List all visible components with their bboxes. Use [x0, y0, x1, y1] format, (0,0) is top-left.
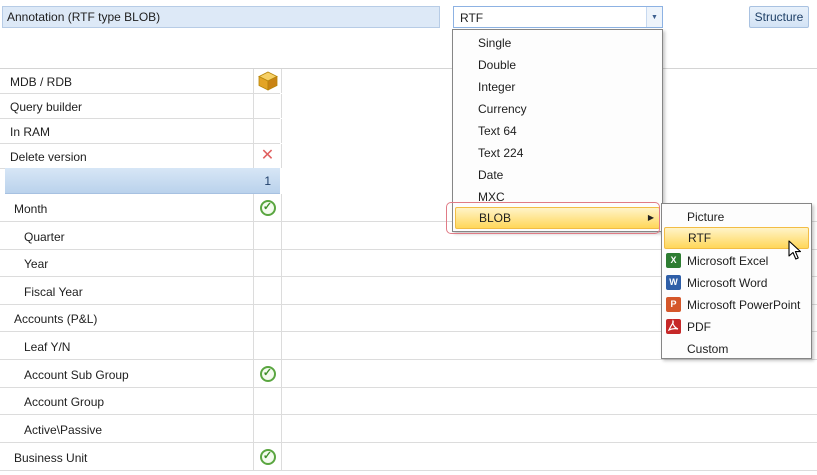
- cube-icon[interactable]: [257, 71, 278, 91]
- dimension-cell[interactable]: [253, 305, 282, 331]
- submenu-item-pdf[interactable]: PDF: [664, 316, 809, 338]
- dimension-cell[interactable]: ✓: [253, 443, 282, 470]
- dimension-label: Accounts (P&L): [14, 312, 98, 326]
- check-icon[interactable]: ✓: [259, 365, 276, 382]
- structure-button[interactable]: Structure: [749, 6, 809, 28]
- menu-item-double[interactable]: Double: [455, 54, 660, 76]
- option-label: Query builder: [10, 100, 83, 114]
- submenu-item-label: Microsoft Word: [687, 276, 768, 290]
- submenu-item-label: Microsoft PowerPoint: [687, 298, 801, 312]
- submenu-item-label: Picture: [687, 210, 725, 224]
- dimension-label: Month: [14, 202, 48, 216]
- option-cell[interactable]: ✕: [253, 144, 282, 168]
- dimension-label: Leaf Y/N: [24, 340, 71, 354]
- dimension-row-active-passive: Active\Passive: [0, 415, 817, 443]
- option-label: Delete version: [10, 150, 87, 164]
- option-cell[interactable]: [253, 94, 282, 118]
- option-row-mdb-rdb: MDB / RDB: [0, 69, 282, 94]
- dimension-row-business-unit: Business Unit ✓: [0, 443, 817, 471]
- option-cell[interactable]: [253, 119, 282, 143]
- check-icon[interactable]: ✓: [259, 448, 276, 465]
- annotation-field[interactable]: Annotation (RTF type BLOB): [2, 6, 440, 28]
- option-row-query-builder: Query builder: [0, 94, 282, 119]
- type-select[interactable]: RTF ▼: [453, 6, 663, 28]
- dimension-cell[interactable]: [253, 222, 282, 249]
- menu-item-single[interactable]: Single: [455, 32, 660, 54]
- column-number: 1: [264, 174, 271, 188]
- column-header-band: 1: [5, 168, 280, 194]
- check-icon[interactable]: ✓: [259, 199, 276, 216]
- dimension-label: Account Group: [24, 395, 105, 409]
- dimension-label: Account Sub Group: [24, 368, 129, 382]
- submenu-item-label: Custom: [687, 342, 729, 356]
- submenu-item-microsoft-powerpoint[interactable]: P Microsoft PowerPoint: [664, 294, 809, 316]
- dimension-cell[interactable]: [253, 250, 282, 276]
- dimension-label: Fiscal Year: [24, 285, 83, 299]
- cross-icon[interactable]: ✕: [261, 148, 274, 164]
- powerpoint-icon: P: [666, 297, 681, 312]
- submenu-item-microsoft-word[interactable]: W Microsoft Word: [664, 272, 809, 294]
- dimension-label: Active\Passive: [24, 423, 103, 437]
- dimension-cell[interactable]: ✓: [253, 360, 282, 387]
- option-cell[interactable]: [253, 69, 282, 93]
- mouse-cursor-icon: [788, 240, 804, 262]
- word-icon: W: [666, 275, 681, 290]
- annotation-label: Annotation (RTF type BLOB): [7, 10, 161, 24]
- option-label: In RAM: [10, 125, 51, 139]
- focus-ring: [446, 202, 660, 234]
- dimension-row-account-group: Account Group: [0, 388, 817, 415]
- dimension-label: Quarter: [24, 230, 65, 244]
- dimension-cell[interactable]: [253, 388, 282, 414]
- pdf-icon: [666, 319, 681, 334]
- dimension-cell[interactable]: [253, 277, 282, 304]
- dimension-cell[interactable]: [253, 332, 282, 359]
- menu-item-text-64[interactable]: Text 64: [455, 120, 660, 142]
- menu-item-text-224[interactable]: Text 224: [455, 142, 660, 164]
- submenu-item-label: PDF: [687, 320, 711, 334]
- option-row-in-ram: In RAM: [0, 119, 282, 144]
- submenu-item-label: Microsoft Excel: [687, 254, 769, 268]
- option-row-delete-version: Delete version ✕: [0, 144, 282, 169]
- menu-item-currency[interactable]: Currency: [455, 98, 660, 120]
- dimension-cell[interactable]: [253, 415, 282, 442]
- dimension-cell[interactable]: ✓: [253, 194, 282, 221]
- excel-icon: X: [666, 253, 681, 268]
- menu-item-integer[interactable]: Integer: [455, 76, 660, 98]
- dimension-label: Business Unit: [14, 451, 88, 465]
- chevron-down-icon[interactable]: ▼: [646, 7, 662, 27]
- type-select-value: RTF: [460, 11, 484, 25]
- option-label: MDB / RDB: [10, 75, 73, 89]
- dimension-label: Year: [24, 257, 49, 271]
- submenu-item-custom[interactable]: Custom: [664, 338, 809, 360]
- submenu-item-picture[interactable]: Picture: [664, 206, 809, 228]
- menu-item-date[interactable]: Date: [455, 164, 660, 186]
- submenu-item-label: RTF: [688, 231, 712, 245]
- dimension-row-account-sub-group: Account Sub Group ✓: [0, 360, 817, 388]
- blob-submenu: Picture RTF X Microsoft Excel W Microsof…: [661, 203, 812, 359]
